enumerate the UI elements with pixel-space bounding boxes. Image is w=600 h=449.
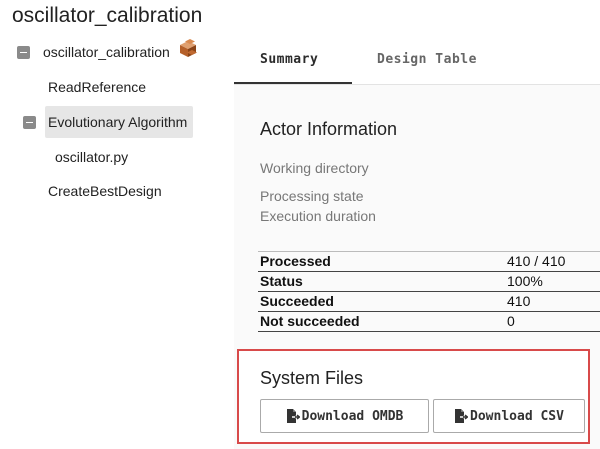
- actor-information-heading: Actor Information: [260, 119, 398, 139]
- stats-value: 100%: [507, 273, 543, 289]
- table-row: Processed 410 / 410: [258, 251, 600, 272]
- tab-summary[interactable]: Summary: [260, 52, 318, 67]
- system-files-section: System Files Download OMDB Download CSV: [237, 349, 590, 444]
- tree-node-evolutionary-algorithm[interactable]: Evolutionary Algorithm: [23, 106, 194, 138]
- tree-node-root[interactable]: oscillator_calibration: [17, 39, 198, 62]
- tree-node-oscillator-py[interactable]: oscillator.py: [55, 147, 128, 167]
- tree-node-readreference[interactable]: ReadReference: [48, 77, 146, 97]
- download-csv-label: Download CSV: [470, 408, 564, 424]
- table-row: Not succeeded 0: [258, 312, 600, 332]
- download-csv-button[interactable]: Download CSV: [433, 399, 585, 433]
- execution-duration-label: Execution duration: [260, 208, 376, 224]
- summary-panel: Actor Information Working directory Proc…: [234, 85, 600, 449]
- stats-label: Status: [260, 273, 303, 289]
- tree-node-label: Evolutionary Algorithm: [45, 106, 194, 138]
- tree-node-label: CreateBestDesign: [48, 183, 162, 199]
- system-files-heading: System Files: [260, 368, 364, 388]
- stats-value: 410: [507, 293, 531, 309]
- table-row: Succeeded 410: [258, 292, 600, 312]
- table-row: Status 100%: [258, 272, 600, 292]
- tree-node-label: ReadReference: [48, 79, 147, 95]
- stats-label: Succeeded: [260, 293, 334, 309]
- stats-value: 410 / 410: [507, 253, 566, 269]
- working-directory-label: Working directory: [260, 160, 369, 176]
- tree-node-createbestdesign[interactable]: CreateBestDesign: [48, 181, 162, 201]
- stats-label: Processed: [260, 253, 331, 269]
- tree-node-label: oscillator.py: [55, 149, 129, 165]
- collapse-icon[interactable]: [23, 115, 36, 129]
- stats-label: Not succeeded: [260, 313, 360, 329]
- download-omdb-button[interactable]: Download OMDB: [260, 399, 429, 433]
- app-window: oscillator_calibration oscillator_calibr…: [0, 0, 600, 449]
- orange-cube-actor-icon: [179, 39, 197, 57]
- tab-bar: Summary Design Table: [234, 44, 600, 85]
- stats-value: 0: [507, 313, 515, 329]
- tree-node-label: oscillator_calibration: [43, 44, 170, 60]
- active-tab-indicator: [234, 82, 352, 84]
- file-export-icon: [286, 409, 300, 423]
- processing-state-label: Processing state: [260, 188, 364, 204]
- workflow-tree: oscillator_calibration ReadReference Evo…: [0, 0, 234, 449]
- collapse-icon[interactable]: [17, 45, 30, 59]
- download-omdb-label: Download OMDB: [301, 408, 404, 424]
- file-export-icon: [455, 409, 469, 423]
- tab-design-table[interactable]: Design Table: [377, 52, 477, 67]
- stats-table: Processed 410 / 410 Status 100% Succeede…: [258, 251, 600, 332]
